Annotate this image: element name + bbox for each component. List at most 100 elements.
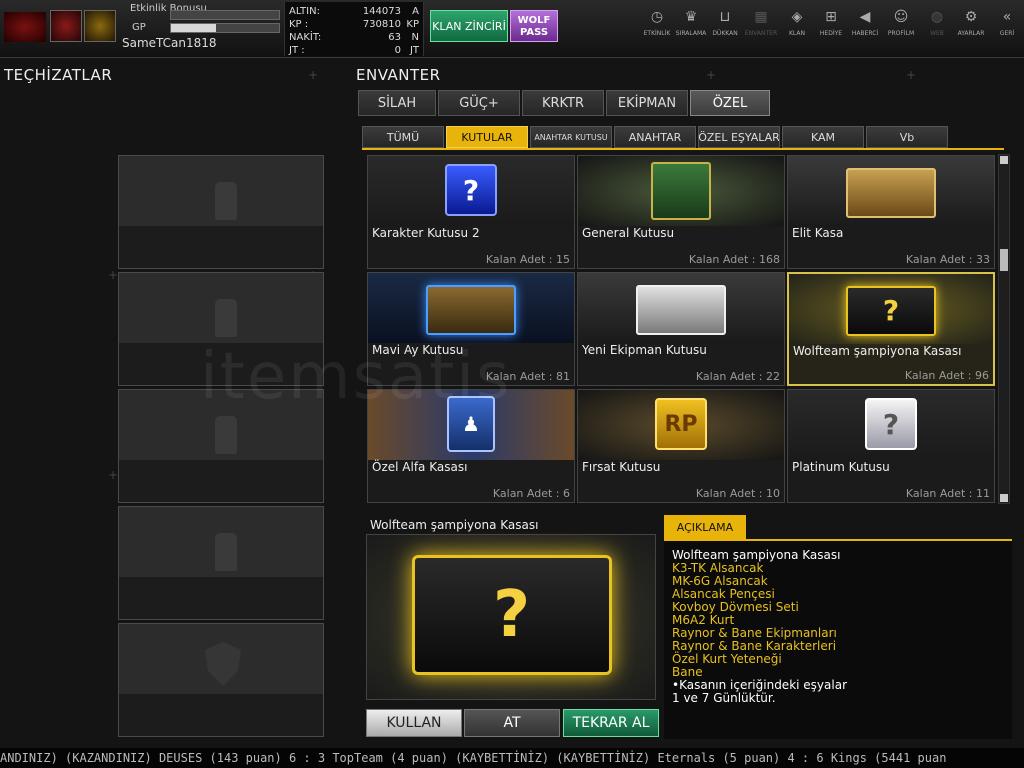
equipment-title: TEÇHİZATLAR — [4, 66, 113, 84]
item-card[interactable]: RP Fırsat Kutusu Kalan Adet : 10 — [577, 389, 785, 503]
item-card[interactable]: Yeni Ekipman Kutusu Kalan Adet : 22 — [577, 272, 785, 386]
wolf-pass-button[interactable]: WOLF PASS — [510, 10, 558, 42]
item-name: General Kutusu — [582, 226, 675, 240]
description-box: Wolfteam şampiyona Kasası K3-TK Alsancak M… — [664, 539, 1012, 739]
item-card[interactable]: General Kutusu Kalan Adet : 168 — [577, 155, 785, 269]
plus-decoration: + — [706, 68, 717, 82]
tab-guc[interactable]: GÜÇ+ — [438, 90, 520, 116]
gp-bar — [170, 23, 280, 33]
currency-panel: ALTIN: 144073 A KP :730810 KP NAKİT: 63 N JT … — [284, 2, 424, 56]
item-card[interactable]: Elit Kasa Kalan Adet : 33 — [787, 155, 995, 269]
selected-item-title: Wolfteam şampiyona Kasası — [370, 518, 539, 532]
item-card[interactable]: ♟ Özel Alfa Kasası Kalan Adet : 6 — [367, 389, 575, 503]
plus-decoration: + — [108, 268, 119, 282]
subtab-kam[interactable]: KAM — [782, 126, 864, 148]
item-name: Wolfteam şampiyona Kasası — [793, 344, 962, 358]
item-count: Kalan Adet : 96 — [904, 369, 989, 382]
description-line: 1 ve 7 Günlüktür. — [672, 691, 776, 705]
nav-web[interactable]: ◍ WEB — [920, 8, 954, 50]
shopping-cart-icon: ⊔ — [719, 9, 731, 25]
tab-silah[interactable]: SİLAH — [358, 90, 436, 116]
back-chevron-icon: « — [1002, 9, 1012, 25]
equipment-slot[interactable] — [118, 623, 324, 737]
equipment-slot[interactable] — [118, 389, 324, 503]
equipment-slot[interactable] — [118, 155, 324, 269]
nav-label: ENVANTER — [744, 30, 778, 37]
item-name: Yeni Ekipman Kutusu — [582, 343, 707, 357]
item-card-selected[interactable]: ? Wolfteam şampiyona Kasası Kalan Adet :… — [787, 272, 995, 386]
scroll-down-icon[interactable] — [1000, 494, 1008, 502]
nav-etkinlik[interactable]: ◷ ETKİNLİK — [640, 8, 674, 50]
item-count: Kalan Adet : 6 — [492, 487, 570, 500]
nav-ayarlar[interactable]: ⚙ AYARLAR — [954, 8, 988, 50]
nav-label: HABERCİ — [851, 30, 879, 37]
subtab-tumu[interactable]: TÜMÜ — [362, 126, 444, 148]
clan-shield-icon: ◈ — [791, 9, 803, 25]
scroll-thumb[interactable] — [1000, 249, 1008, 271]
rebuy-button[interactable]: TEKRAR AL — [563, 709, 659, 737]
item-scrollbar[interactable] — [998, 154, 1010, 504]
subtab-vb[interactable]: Vb — [866, 126, 948, 148]
scroll-up-icon[interactable] — [1000, 156, 1008, 164]
tab-underline — [362, 148, 1004, 150]
nav-label: WEB — [930, 30, 944, 37]
plus-decoration: + — [906, 68, 917, 82]
item-card[interactable]: ? Platinum Kutusu Kalan Adet : 11 — [787, 389, 995, 503]
spray-can-icon — [215, 299, 237, 337]
opportunity-box-icon: RP — [655, 398, 707, 450]
nav-profilm[interactable]: ☺ PROFİLM — [884, 8, 918, 50]
item-count: Kalan Adet : 81 — [485, 370, 570, 383]
plus-decoration: + — [108, 468, 119, 482]
item-name: Platinum Kutusu — [792, 460, 890, 474]
nav-klan[interactable]: ◈ KLAN — [780, 8, 814, 50]
equipment-slot[interactable] — [118, 506, 324, 620]
item-name: Fırsat Kutusu — [582, 460, 661, 474]
rank-emblem-icon[interactable] — [84, 10, 116, 42]
item-count: Kalan Adet : 10 — [695, 487, 780, 500]
item-name: Özel Alfa Kasası — [372, 460, 468, 474]
item-card[interactable]: Mavi Ay Kutusu Kalan Adet : 81 — [367, 272, 575, 386]
spray-can-icon — [215, 182, 237, 220]
nav-envanter[interactable]: ▦ ENVANTER — [744, 8, 778, 50]
tab-ozel[interactable]: ÖZEL — [690, 90, 770, 116]
subtab-ozel-esyalar[interactable]: ÖZEL EŞYALAR — [698, 126, 780, 148]
nav-label: GERİ — [999, 30, 1015, 37]
currency-row: KP :730810 KP — [289, 19, 419, 30]
item-count: Kalan Adet : 11 — [905, 487, 990, 500]
nav-label: AYARLAR — [957, 30, 985, 37]
subtab-anahtar-kutusu[interactable]: ANAHTAR KUTUSU — [530, 126, 612, 148]
description-line: Özel Kurt Yeteneği — [672, 652, 782, 666]
clan-emblem-icon[interactable] — [50, 10, 82, 42]
subtab-kutular[interactable]: KUTULAR — [446, 126, 528, 148]
selected-item-preview: ? — [366, 534, 656, 700]
rank-medal-icon: ♛ — [684, 9, 698, 25]
spray-can-icon — [215, 533, 237, 571]
shield-icon — [205, 642, 241, 686]
klan-chain-button[interactable]: KLAN ZİNCİRİ — [430, 10, 508, 42]
nav-hediye[interactable]: ⊞ HEDİYE — [814, 8, 848, 50]
stopwatch-icon: ◷ — [650, 9, 664, 25]
item-name: Elit Kasa — [792, 226, 844, 240]
tab-krktr[interactable]: KRKTR — [522, 90, 604, 116]
nav-geri[interactable]: « GERİ — [990, 8, 1024, 50]
equipment-slot[interactable] — [118, 272, 324, 386]
nav-label: HEDİYE — [819, 30, 843, 37]
currency-row: NAKİT: 63 N — [289, 32, 419, 43]
nav-siralama[interactable]: ♛ SIRALAMA — [674, 8, 708, 50]
currency-row: ALTIN: 144073 A — [289, 6, 419, 17]
tab-ekipman[interactable]: EKİPMAN — [606, 90, 688, 116]
description-tab[interactable]: AÇIKLAMA — [664, 515, 746, 539]
event-bonus-bar — [170, 10, 280, 20]
item-count: Kalan Adet : 15 — [485, 253, 570, 266]
elite-chest-icon — [846, 168, 936, 218]
item-card[interactable]: ? Karakter Kutusu 2 Kalan Adet : 15 — [367, 155, 575, 269]
drop-button[interactable]: AT — [464, 709, 560, 737]
item-count: Kalan Adet : 22 — [695, 370, 780, 383]
game-logo — [4, 12, 46, 42]
use-button[interactable]: KULLAN — [366, 709, 462, 737]
nav-dkkan[interactable]: ⊔ DÜKKAN — [708, 8, 742, 50]
username: SameTCan1818 — [122, 36, 217, 50]
subtab-anahtar[interactable]: ANAHTAR — [614, 126, 696, 148]
nav-label: ETKİNLİK — [643, 30, 671, 37]
nav-haberci[interactable]: ◀ HABERCİ — [848, 8, 882, 50]
